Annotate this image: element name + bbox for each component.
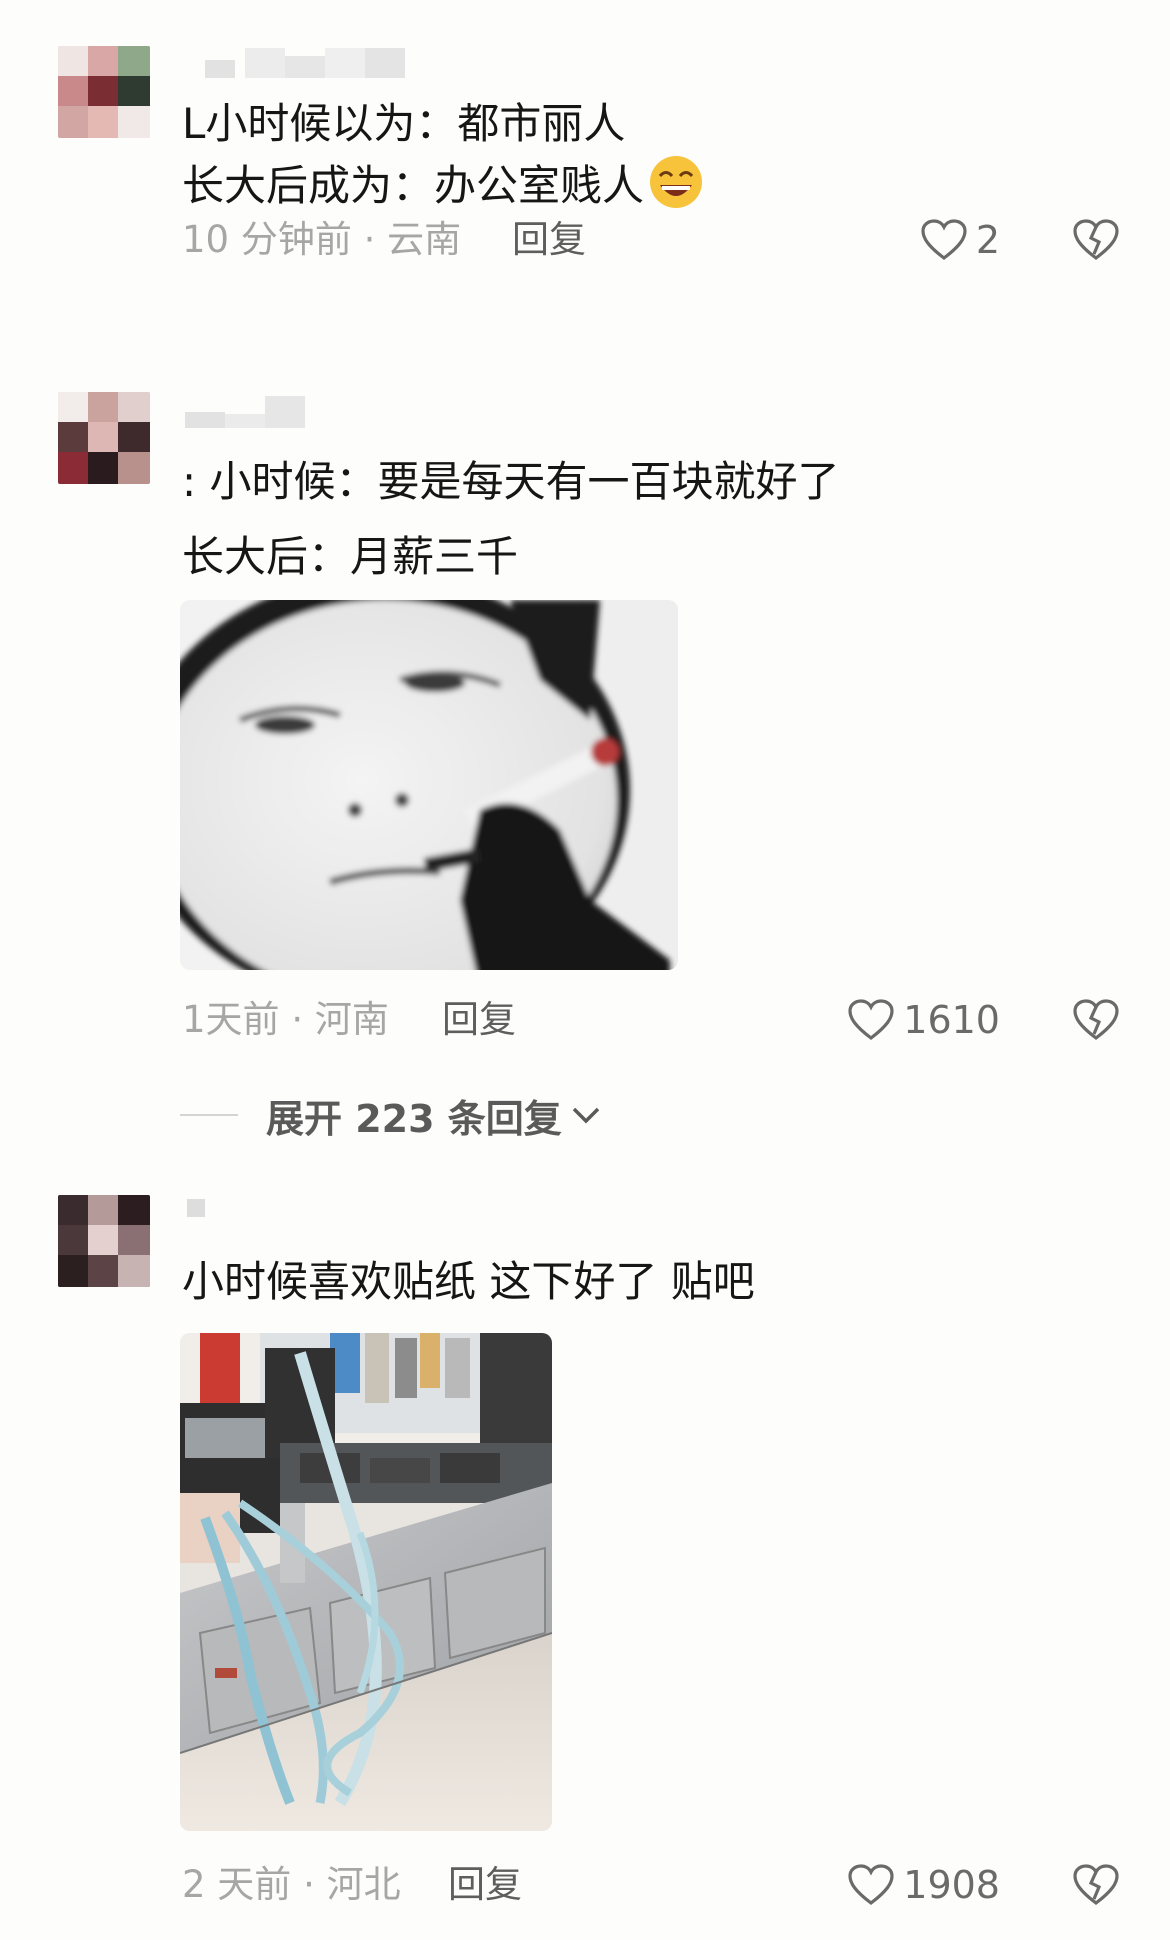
comment-image[interactable] <box>180 1333 552 1831</box>
like-count: 2 <box>975 218 1000 262</box>
timestamp: 1天前 <box>182 998 280 1041</box>
avatar[interactable] <box>58 1195 150 1287</box>
like-count: 1610 <box>903 998 1000 1042</box>
avatar[interactable] <box>58 392 150 484</box>
pixelated-avatar-image <box>58 392 150 484</box>
location: 河北 <box>326 1863 401 1906</box>
divider-line <box>180 1114 238 1116</box>
avatar[interactable] <box>58 46 150 138</box>
comment-text-line-1: L小时候以为：都市丽人 <box>182 99 626 148</box>
shop-counter-photo <box>180 1333 552 1831</box>
timestamp: 2 天前 <box>182 1863 292 1906</box>
meme-face-image <box>180 600 678 970</box>
heart-outline-icon <box>921 219 967 261</box>
dislike-button[interactable] <box>1070 1855 1122 1915</box>
dislike-button[interactable] <box>1070 990 1122 1050</box>
reply-button[interactable]: 回复 <box>512 210 586 270</box>
like-count: 1908 <box>903 1863 1000 1907</box>
like-button[interactable]: 2 <box>920 210 1000 270</box>
username-redacted[interactable] <box>185 44 415 84</box>
expand-replies-label: 展开 223 条回复 <box>266 1096 562 1141</box>
username-redacted[interactable] <box>185 1195 225 1235</box>
location: 河南 <box>314 998 389 1041</box>
pixelated-avatar-image <box>58 1195 150 1287</box>
comment-image[interactable] <box>180 600 678 970</box>
comment-text-line-2: 长大后：月薪三千 <box>182 532 519 581</box>
expand-replies-button[interactable]: 展开 223 条回复 <box>180 1085 604 1145</box>
broken-heart-icon <box>1073 999 1119 1041</box>
comment-text-line-1: 小时候喜欢贴纸 这下好了 贴吧 <box>182 1257 755 1306</box>
pixelated-avatar-image <box>58 46 150 138</box>
grinning-sweat-emoji-icon <box>650 156 703 208</box>
timestamp: 10 分钟前 <box>182 218 352 261</box>
like-button[interactable]: 1908 <box>847 1855 1000 1915</box>
location: 云南 <box>387 218 462 261</box>
comment-meta: 1天前 · 河南 <box>182 990 389 1050</box>
comment-meta: 2 天前 · 河北 <box>182 1855 401 1915</box>
separator-dot: · <box>303 1863 315 1906</box>
chevron-down-icon <box>572 1107 600 1124</box>
heart-outline-icon <box>848 999 894 1041</box>
comment-text: 长大后成为：办公室贱人 <box>182 161 645 210</box>
username-redacted[interactable] <box>185 392 325 432</box>
broken-heart-icon <box>1073 219 1119 261</box>
dislike-button[interactable] <box>1070 210 1122 270</box>
reply-button[interactable]: 回复 <box>448 1855 522 1915</box>
comment-text-line-1: : 小时候：要是每天有一百块就好了 <box>182 457 840 506</box>
separator-dot: · <box>291 998 304 1041</box>
comment-text-line-2: 长大后成为：办公室贱人 <box>182 154 704 216</box>
reply-button[interactable]: 回复 <box>442 990 516 1050</box>
heart-outline-icon <box>848 1864 894 1906</box>
like-button[interactable]: 1610 <box>847 990 1000 1050</box>
separator-dot: · <box>363 218 376 261</box>
comment-meta: 10 分钟前 · 云南 <box>182 210 461 270</box>
broken-heart-icon <box>1073 1864 1119 1906</box>
